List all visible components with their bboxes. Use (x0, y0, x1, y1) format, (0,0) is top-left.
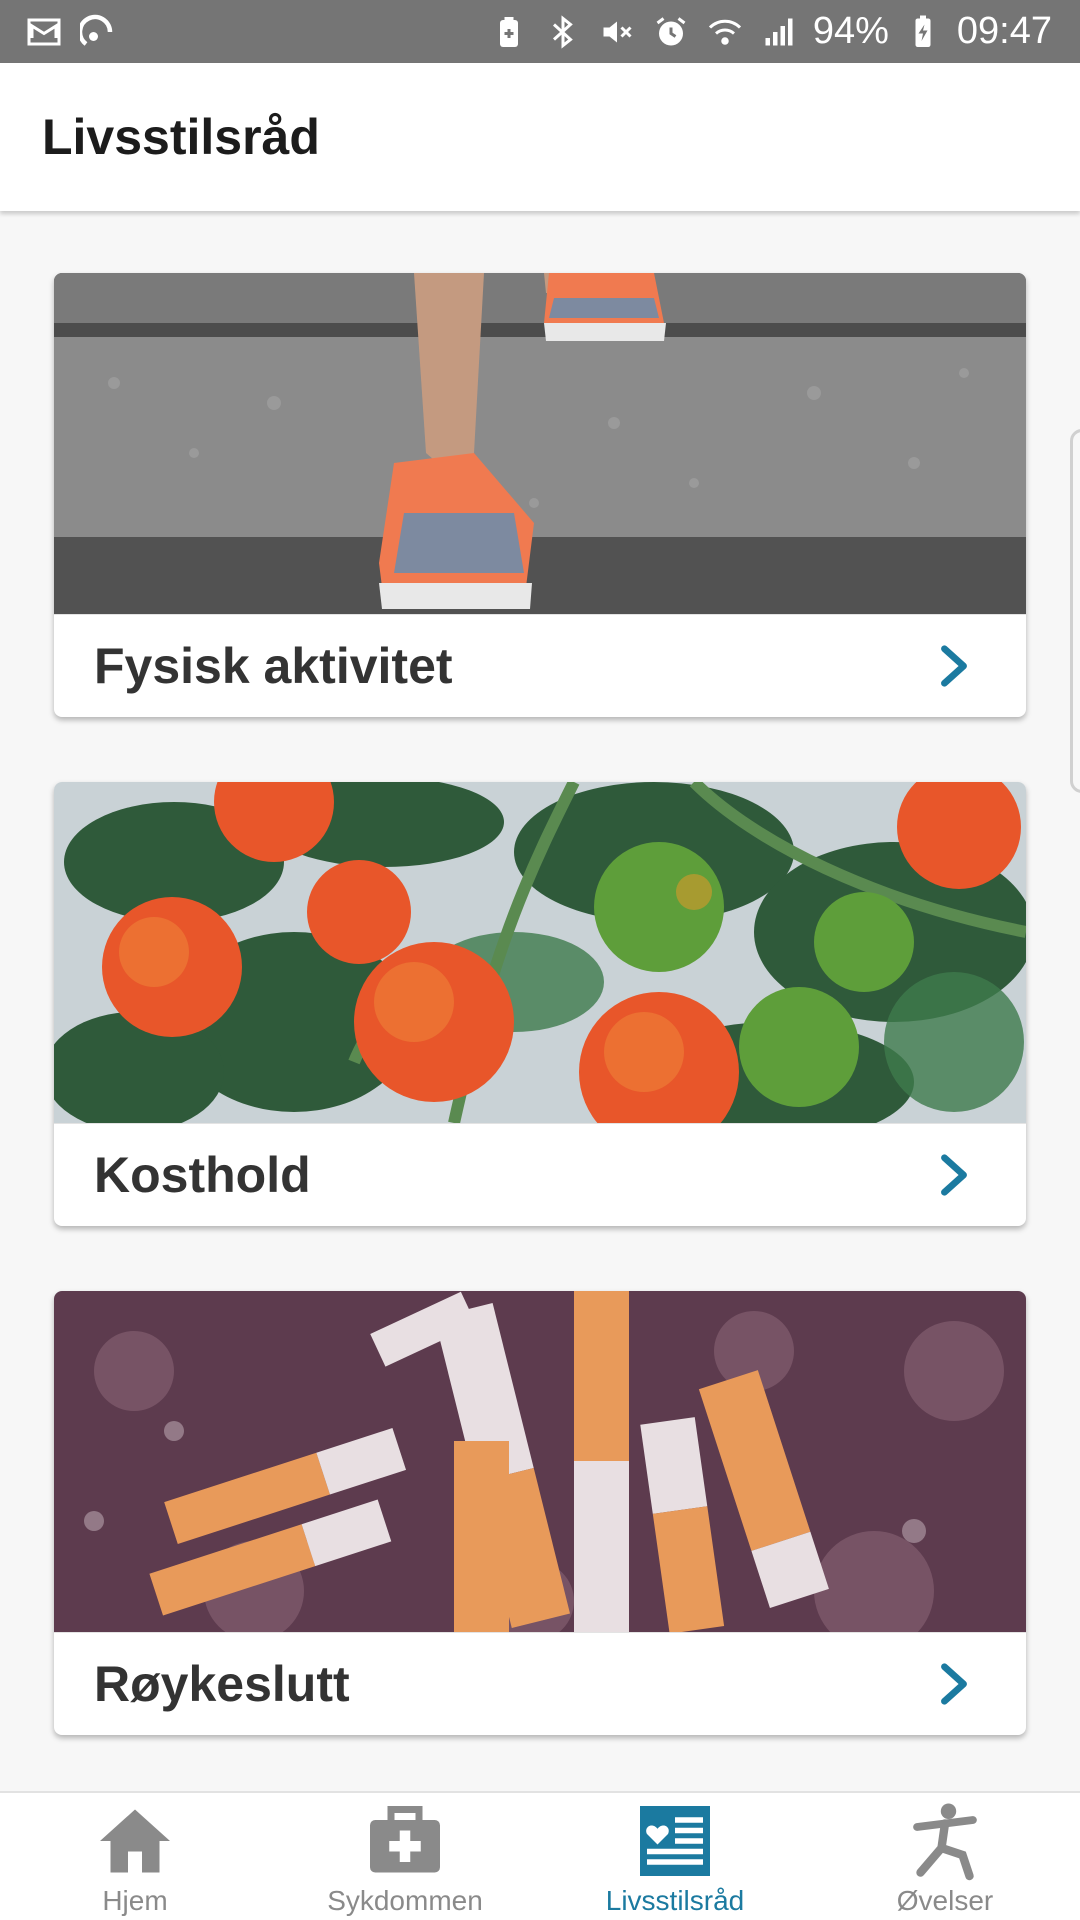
nav-label: Øvelser (896, 1885, 994, 1916)
signal-icon (759, 12, 799, 52)
running-shoes-on-stairs-photo (54, 273, 1026, 614)
chevron-right-icon[interactable] (934, 643, 974, 689)
mute-icon (597, 12, 637, 52)
battery-saver-icon (489, 12, 529, 52)
mail-icon (24, 12, 64, 52)
card-roykeslutt[interactable]: Røykeslutt (54, 1291, 1026, 1735)
status-bar-left (24, 12, 118, 52)
cigarette-butts-photo (54, 1291, 1026, 1632)
page-title: Livsstilsråd (42, 109, 320, 165)
bluetooth-icon (543, 12, 583, 52)
nav-label: Livsstilsråd (605, 1885, 745, 1916)
nav-item-sykdommen[interactable]: Sykdommen (270, 1793, 540, 1920)
status-bar: 94% 09:47 (0, 0, 1080, 63)
nav-item-ovelser[interactable]: Øvelser (810, 1793, 1080, 1920)
card-footer[interactable]: Fysisk aktivitet (54, 614, 1026, 717)
tomatoes-on-vine-photo (54, 782, 1026, 1123)
status-bar-right: 94% 09:47 (489, 10, 1052, 53)
nav-label: Hjem (102, 1885, 168, 1916)
card-footer[interactable]: Røykeslutt (54, 1632, 1026, 1735)
exercise-person-icon (903, 1799, 987, 1883)
card-footer[interactable]: Kosthold (54, 1123, 1026, 1226)
home-icon (93, 1799, 177, 1883)
alarm-icon (651, 12, 691, 52)
card-fysisk-aktivitet[interactable]: Fysisk aktivitet (54, 273, 1026, 717)
chevron-right-icon[interactable] (934, 1661, 974, 1707)
bottom-navigation: Hjem Sykdommen Livsstilsråd Øvelser (0, 1791, 1080, 1920)
wifi-icon (705, 12, 745, 52)
app-bar: Livsstilsråd (0, 63, 1080, 211)
battery-percent: 94% (812, 10, 889, 52)
card-title: Røykeslutt (94, 1656, 350, 1712)
nav-item-livsstilsrad[interactable]: Livsstilsråd (540, 1793, 810, 1920)
scroll-indicator (1070, 429, 1080, 793)
medical-kit-icon (363, 1799, 447, 1883)
battery-icon (903, 12, 943, 52)
sync-icon (78, 12, 118, 52)
card-title: Kosthold (94, 1147, 311, 1203)
card-title: Fysisk aktivitet (94, 638, 453, 694)
clock: 09:47 (956, 10, 1052, 52)
article-heart-icon (633, 1799, 717, 1883)
nav-item-hjem[interactable]: Hjem (0, 1793, 270, 1920)
chevron-right-icon[interactable] (934, 1152, 974, 1198)
content-list[interactable]: Fysisk aktivitet Kosthold Røykeslutt (0, 211, 1080, 1791)
nav-label: Sykdommen (327, 1885, 483, 1916)
card-kosthold[interactable]: Kosthold (54, 782, 1026, 1226)
